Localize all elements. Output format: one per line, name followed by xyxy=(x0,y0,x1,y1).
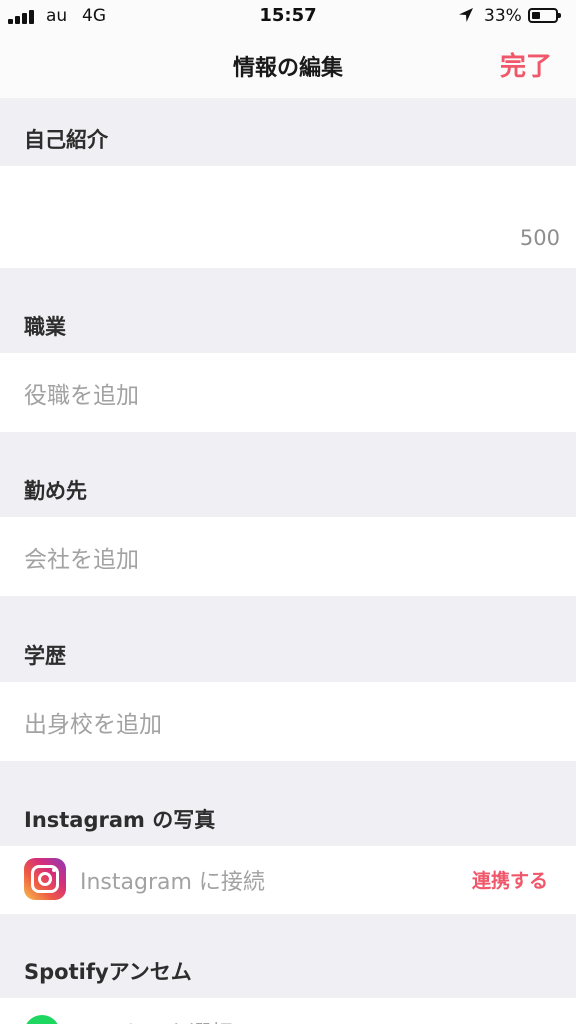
status-bar: au 4G 15:57 33% xyxy=(0,0,576,32)
spotify-anthem-row[interactable]: アンセムを選択 xyxy=(0,998,576,1024)
section-header-company: 勤め先 xyxy=(0,432,576,517)
instagram-icon xyxy=(24,858,66,900)
school-placeholder: 出身校を追加 xyxy=(24,712,162,738)
done-button[interactable]: 完了 xyxy=(500,46,552,83)
section-title-spotify: Spotifyアンセム xyxy=(24,960,192,984)
instagram-link-button[interactable]: 連携する xyxy=(472,866,548,893)
section-header-job: 職業 xyxy=(0,268,576,353)
spotify-icon xyxy=(24,1015,60,1024)
instagram-connect-text: Instagram に接続 xyxy=(80,870,265,895)
spotify-select-text: アンセムを選択 xyxy=(80,1016,233,1024)
bio-char-counter: 500 xyxy=(519,226,560,250)
company-placeholder: 会社を追加 xyxy=(24,547,139,573)
section-title-job: 職業 xyxy=(24,315,66,339)
navigation-bar: 情報の編集 完了 xyxy=(0,32,576,98)
bio-textarea[interactable]: 500 xyxy=(0,166,576,268)
section-title-company: 勤め先 xyxy=(24,479,87,503)
section-header-spotify: Spotifyアンセム xyxy=(0,914,576,998)
battery-percent: 33% xyxy=(484,6,522,26)
section-header-school: 学歴 xyxy=(0,596,576,682)
page-title: 情報の編集 xyxy=(232,56,343,81)
section-title-bio: 自己紹介 xyxy=(24,128,108,152)
instagram-connect-row[interactable]: Instagram に接続 連携する xyxy=(0,846,576,914)
job-title-placeholder: 役職を追加 xyxy=(24,383,139,409)
location-arrow-icon xyxy=(459,8,473,22)
section-header-instagram: Instagram の写真 xyxy=(0,761,576,846)
job-title-input[interactable]: 役職を追加 xyxy=(0,353,576,432)
section-title-school: 学歴 xyxy=(24,644,66,668)
school-input[interactable]: 出身校を追加 xyxy=(0,682,576,761)
section-header-bio: 自己紹介 xyxy=(0,98,576,166)
section-title-instagram: Instagram の写真 xyxy=(24,808,216,832)
battery-icon xyxy=(528,8,561,23)
company-input[interactable]: 会社を追加 xyxy=(0,517,576,596)
